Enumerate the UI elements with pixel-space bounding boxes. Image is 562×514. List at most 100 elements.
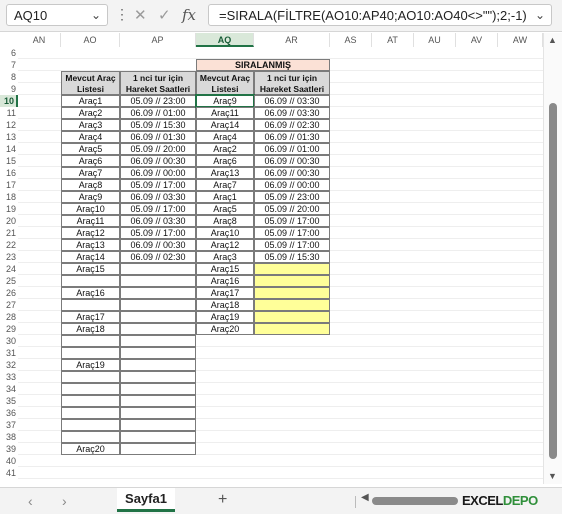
table2-vehicle-cell[interactable]: Araç3 <box>196 251 254 263</box>
table2-time-cell[interactable]: 05.09 // 20:00 <box>254 203 330 215</box>
row-header-38[interactable]: 38 <box>0 431 18 443</box>
row-header-15[interactable]: 15 <box>0 155 18 167</box>
table2-time-cell[interactable] <box>254 311 330 323</box>
table1-vehicle-cell[interactable]: Araç10 <box>61 203 120 215</box>
row-header-26[interactable]: 26 <box>0 287 18 299</box>
table1-vehicle-cell[interactable]: Araç2 <box>61 107 120 119</box>
table1-vehicle-cell[interactable] <box>61 383 120 395</box>
table1-time-cell[interactable] <box>120 371 196 383</box>
scroll-thumb[interactable] <box>549 103 557 459</box>
add-sheet-icon[interactable]: + <box>218 491 227 509</box>
table2-time-cell[interactable]: 05.09 // 17:00 <box>254 239 330 251</box>
table2-time-cell[interactable]: 06.09 // 00:00 <box>254 179 330 191</box>
table1-time-cell[interactable] <box>120 383 196 395</box>
table1-time-cell[interactable] <box>120 299 196 311</box>
table1-vehicle-cell[interactable] <box>61 299 120 311</box>
table1-time-cell[interactable] <box>120 347 196 359</box>
table1-time-cell[interactable]: 06.09 // 01:30 <box>120 131 196 143</box>
row-header-35[interactable]: 35 <box>0 395 18 407</box>
table2-vehicle-cell[interactable]: Araç5 <box>196 203 254 215</box>
table1-time-cell[interactable] <box>120 419 196 431</box>
row-header-27[interactable]: 27 <box>0 299 18 311</box>
table2-vehicle-cell[interactable]: Araç17 <box>196 287 254 299</box>
row-header-32[interactable]: 32 <box>0 359 18 371</box>
scroll-up-icon[interactable]: ▲ <box>548 35 557 45</box>
table1-time-cell[interactable]: 06.09 // 02:30 <box>120 251 196 263</box>
table1-time-cell[interactable] <box>120 395 196 407</box>
table1-header-2[interactable]: 1 nci tur için Hareket Saatleri <box>120 71 196 95</box>
tab-sayfa1[interactable]: Sayfa1 <box>117 488 175 512</box>
table2-time-cell[interactable]: 06.09 // 01:00 <box>254 143 330 155</box>
row-header-34[interactable]: 34 <box>0 383 18 395</box>
table2-header-2[interactable]: 1 nci tur için Hareket Saatleri <box>254 71 330 95</box>
row-header-13[interactable]: 13 <box>0 131 18 143</box>
name-box[interactable]: AQ10 ⌄ <box>6 4 108 26</box>
table2-time-cell[interactable] <box>254 299 330 311</box>
row-header-10[interactable]: 10 <box>0 95 18 107</box>
table1-vehicle-cell[interactable] <box>61 407 120 419</box>
table1-vehicle-cell[interactable] <box>61 395 120 407</box>
prev-sheet-icon[interactable]: ‹ <box>28 493 33 509</box>
table2-vehicle-cell[interactable]: Araç7 <box>196 179 254 191</box>
vertical-scrollbar[interactable]: ▲ ▼ <box>543 33 562 484</box>
table1-time-cell[interactable]: 05.09 // 23:00 <box>120 95 196 107</box>
table1-vehicle-cell[interactable]: Araç3 <box>61 119 120 131</box>
row-header-30[interactable]: 30 <box>0 335 18 347</box>
column-header-au[interactable]: AU <box>414 33 456 47</box>
row-header-23[interactable]: 23 <box>0 251 18 263</box>
row-header-29[interactable]: 29 <box>0 323 18 335</box>
table1-time-cell[interactable]: 06.09 // 03:30 <box>120 215 196 227</box>
row-header-28[interactable]: 28 <box>0 311 18 323</box>
table1-time-cell[interactable]: 05.09 // 17:00 <box>120 179 196 191</box>
row-header-21[interactable]: 21 <box>0 227 18 239</box>
table1-time-cell[interactable] <box>120 263 196 275</box>
table1-time-cell[interactable] <box>120 275 196 287</box>
table1-time-cell[interactable]: 06.09 // 03:30 <box>120 191 196 203</box>
table1-vehicle-cell[interactable]: Araç11 <box>61 215 120 227</box>
formula-input[interactable]: =SIRALA(FİLTRE(AO10:AP40;AO10:AO40<>"");… <box>208 4 552 26</box>
table1-vehicle-cell[interactable] <box>61 431 120 443</box>
table2-time-cell[interactable] <box>254 287 330 299</box>
table2-header-1[interactable]: Mevcut Araç Listesi <box>196 71 254 95</box>
table2-vehicle-cell[interactable]: Araç11 <box>196 107 254 119</box>
row-header-40[interactable]: 40 <box>0 455 18 467</box>
table2-vehicle-cell[interactable]: Araç18 <box>196 299 254 311</box>
table1-vehicle-cell[interactable]: Araç16 <box>61 287 120 299</box>
table1-vehicle-cell[interactable] <box>61 335 120 347</box>
row-header-18[interactable]: 18 <box>0 191 18 203</box>
table2-time-cell[interactable]: 05.09 // 17:00 <box>254 227 330 239</box>
table1-time-cell[interactable]: 06.09 // 00:30 <box>120 239 196 251</box>
table2-vehicle-cell[interactable]: Araç19 <box>196 311 254 323</box>
scroll-down-icon[interactable]: ▼ <box>548 471 557 481</box>
row-header-36[interactable]: 36 <box>0 407 18 419</box>
column-header-av[interactable]: AV <box>456 33 498 47</box>
table1-vehicle-cell[interactable]: Araç7 <box>61 167 120 179</box>
table2-vehicle-cell[interactable]: Araç13 <box>196 167 254 179</box>
more-options-icon[interactable]: ⋮ <box>115 6 129 23</box>
table2-vehicle-cell[interactable]: Araç16 <box>196 275 254 287</box>
table1-time-cell[interactable] <box>120 323 196 335</box>
table2-time-cell[interactable]: 05.09 // 23:00 <box>254 191 330 203</box>
table1-header-1[interactable]: Mevcut Araç Listesi <box>61 71 120 95</box>
table1-vehicle-cell[interactable]: Araç4 <box>61 131 120 143</box>
table1-vehicle-cell[interactable]: Araç13 <box>61 239 120 251</box>
row-header-25[interactable]: 25 <box>0 275 18 287</box>
table1-vehicle-cell[interactable]: Araç9 <box>61 191 120 203</box>
row-header-12[interactable]: 12 <box>0 119 18 131</box>
table1-time-cell[interactable] <box>120 311 196 323</box>
scroll-left-icon[interactable]: ◀ <box>361 492 369 503</box>
table1-time-cell[interactable]: 06.09 // 01:00 <box>120 107 196 119</box>
table2-vehicle-cell[interactable]: Araç6 <box>196 155 254 167</box>
column-header-aq[interactable]: AQ <box>196 33 254 47</box>
horizontal-scroll-thumb[interactable] <box>372 497 458 505</box>
table1-time-cell[interactable]: 06.09 // 00:00 <box>120 167 196 179</box>
table1-time-cell[interactable] <box>120 431 196 443</box>
table1-vehicle-cell[interactable] <box>61 347 120 359</box>
table1-time-cell[interactable]: 05.09 // 17:00 <box>120 203 196 215</box>
chevron-down-icon[interactable]: ⌄ <box>535 8 545 22</box>
table2-time-cell[interactable] <box>254 323 330 335</box>
row-header-14[interactable]: 14 <box>0 143 18 155</box>
table1-vehicle-cell[interactable]: Araç6 <box>61 155 120 167</box>
table1-vehicle-cell[interactable]: Araç15 <box>61 263 120 275</box>
table1-time-cell[interactable]: 05.09 // 17:00 <box>120 227 196 239</box>
